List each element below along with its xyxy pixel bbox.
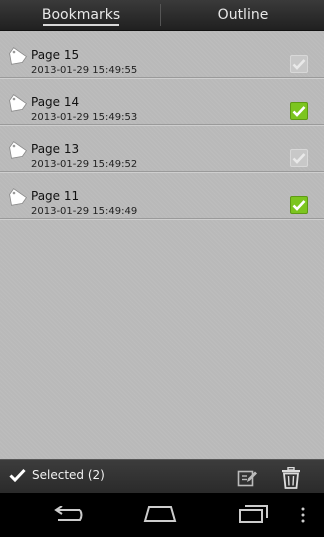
bookmark-date: 2013-01-29 15:49:55	[31, 65, 138, 76]
home-icon[interactable]	[143, 505, 177, 523]
trash-icon[interactable]	[281, 467, 301, 489]
bookmark-tag-icon	[9, 141, 27, 159]
recent-apps-icon[interactable]	[238, 504, 270, 524]
checkmark-icon	[292, 59, 306, 70]
bookmark-list: Page 15 2013-01-29 15:49:55 Page 14 2013…	[0, 31, 324, 459]
bookmark-date: 2013-01-29 15:49:49	[31, 206, 138, 217]
bookmark-tag-icon	[9, 94, 27, 112]
selected-count-label: Selected (2)	[32, 468, 105, 482]
checkmark-icon	[9, 468, 26, 482]
tab-outline-label: Outline	[217, 7, 269, 23]
list-item[interactable]: Page 14 2013-01-29 15:49:53	[0, 78, 324, 125]
tab-bar: Bookmarks Outline	[0, 0, 324, 31]
edit-icon[interactable]	[237, 468, 257, 488]
back-icon[interactable]	[50, 506, 84, 524]
tab-bookmarks[interactable]: Bookmarks	[0, 0, 162, 30]
bookmark-title: Page 11	[31, 189, 80, 203]
system-nav-bar	[0, 493, 324, 537]
bookmark-tag-icon	[9, 47, 27, 65]
list-item[interactable]: Page 11 2013-01-29 15:49:49	[0, 172, 324, 219]
overflow-menu-icon[interactable]	[300, 507, 306, 523]
bookmark-title: Page 14	[31, 95, 80, 109]
bookmark-title: Page 15	[31, 48, 80, 62]
checkmark-icon	[292, 200, 306, 211]
selection-action-bar: Selected (2)	[0, 459, 324, 494]
bookmark-date: 2013-01-29 15:49:52	[31, 159, 138, 170]
bookmark-date: 2013-01-29 15:49:53	[31, 112, 138, 123]
bookmark-checkbox[interactable]	[290, 102, 308, 120]
tab-bookmarks-label: Bookmarks	[41, 7, 121, 23]
list-item[interactable]: Page 13 2013-01-29 15:49:52	[0, 125, 324, 172]
bookmark-checkbox[interactable]	[290, 196, 308, 214]
tab-divider	[160, 4, 161, 26]
checkmark-icon	[292, 106, 306, 117]
list-item[interactable]: Page 15 2013-01-29 15:49:55	[0, 31, 324, 78]
selected-count-button[interactable]: Selected (2)	[9, 468, 105, 482]
tab-outline[interactable]: Outline	[162, 0, 324, 30]
bookmark-checkbox[interactable]	[290, 55, 308, 73]
bookmark-checkbox[interactable]	[290, 149, 308, 167]
bookmark-title: Page 13	[31, 142, 80, 156]
bookmark-tag-icon	[9, 188, 27, 206]
checkmark-icon	[292, 153, 306, 164]
